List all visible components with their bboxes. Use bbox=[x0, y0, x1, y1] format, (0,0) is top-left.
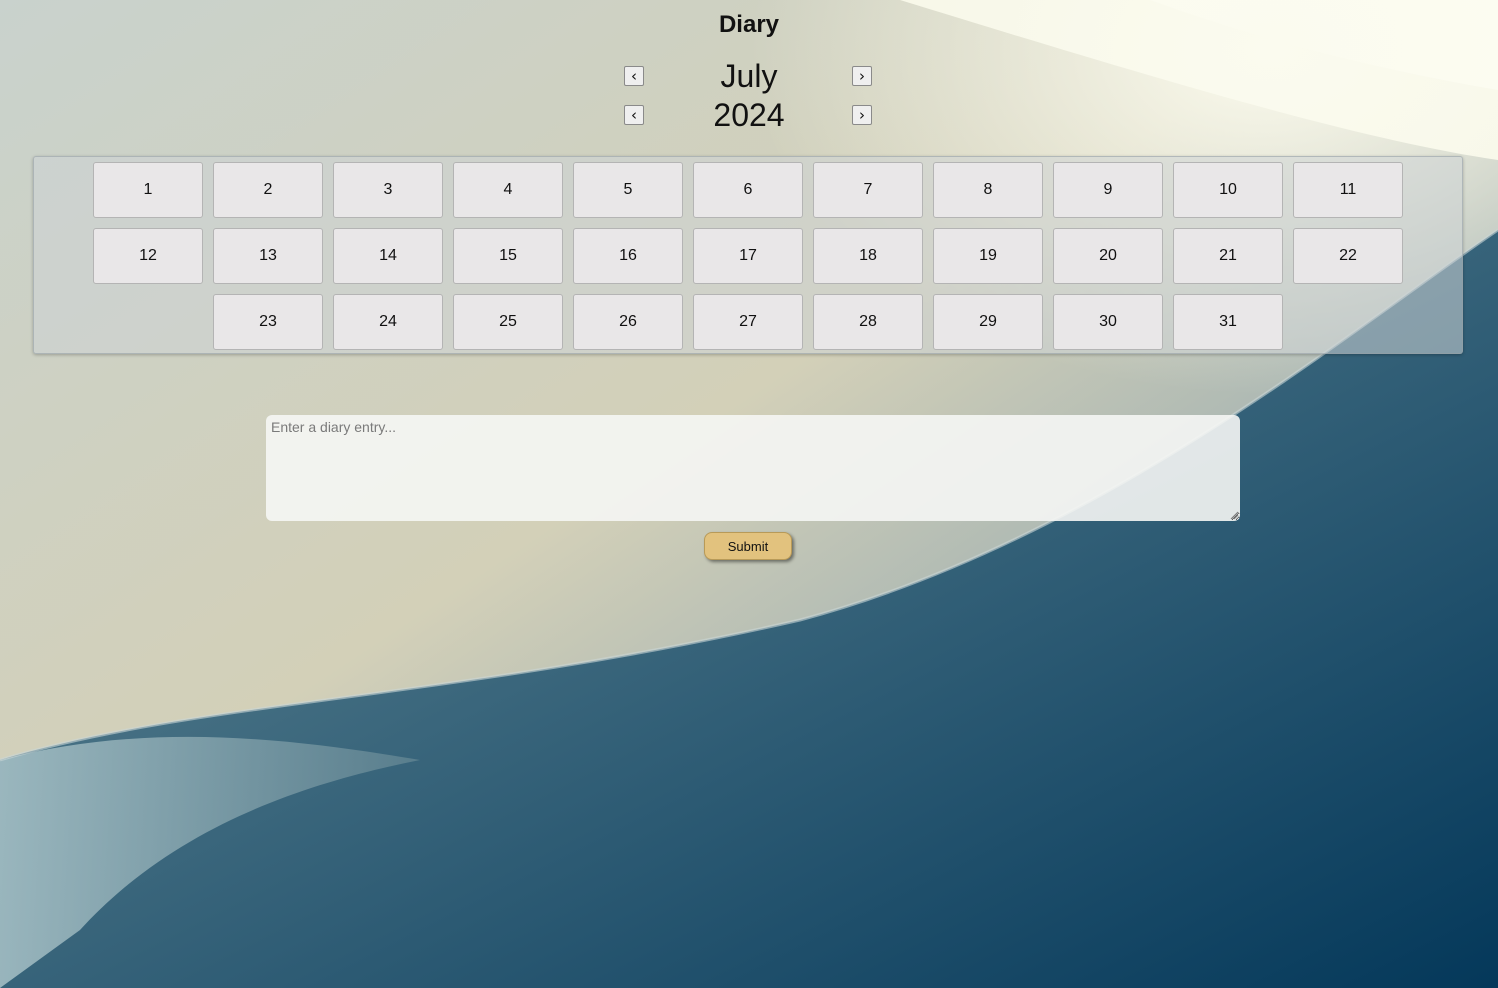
year-label: 2024 bbox=[713, 97, 785, 133]
day-button-28[interactable]: 28 bbox=[813, 294, 923, 350]
calendar-grid: 1 2 3 4 5 6 7 8 9 10 11 12 13 14 15 16 17 18 19 20 21 22 23 24 2… bbox=[33, 156, 1463, 354]
day-button-9[interactable]: 9 bbox=[1053, 162, 1163, 218]
month-navigator: ‹ July › bbox=[0, 56, 1498, 96]
next-year-button[interactable]: › bbox=[852, 105, 872, 125]
day-button-1[interactable]: 1 bbox=[93, 162, 203, 218]
year-navigator: ‹ 2024 › bbox=[0, 95, 1498, 135]
day-button-14[interactable]: 14 bbox=[333, 228, 443, 284]
day-button-29[interactable]: 29 bbox=[933, 294, 1043, 350]
day-button-7[interactable]: 7 bbox=[813, 162, 923, 218]
day-button-20[interactable]: 20 bbox=[1053, 228, 1163, 284]
day-button-13[interactable]: 13 bbox=[213, 228, 323, 284]
day-button-2[interactable]: 2 bbox=[213, 162, 323, 218]
day-button-27[interactable]: 27 bbox=[693, 294, 803, 350]
day-button-23[interactable]: 23 bbox=[213, 294, 323, 350]
day-button-26[interactable]: 26 bbox=[573, 294, 683, 350]
day-button-21[interactable]: 21 bbox=[1173, 228, 1283, 284]
day-button-8[interactable]: 8 bbox=[933, 162, 1043, 218]
day-button-11[interactable]: 11 bbox=[1293, 162, 1403, 218]
page-title: Diary bbox=[718, 11, 780, 38]
diary-entry-input[interactable] bbox=[266, 415, 1240, 521]
day-button-30[interactable]: 30 bbox=[1053, 294, 1163, 350]
day-button-3[interactable]: 3 bbox=[333, 162, 443, 218]
day-button-18[interactable]: 18 bbox=[813, 228, 923, 284]
day-button-16[interactable]: 16 bbox=[573, 228, 683, 284]
day-button-19[interactable]: 19 bbox=[933, 228, 1043, 284]
day-button-10[interactable]: 10 bbox=[1173, 162, 1283, 218]
day-button-17[interactable]: 17 bbox=[693, 228, 803, 284]
day-button-22[interactable]: 22 bbox=[1293, 228, 1403, 284]
day-button-25[interactable]: 25 bbox=[453, 294, 563, 350]
next-month-button[interactable]: › bbox=[852, 66, 872, 86]
day-button-12[interactable]: 12 bbox=[93, 228, 203, 284]
day-button-31[interactable]: 31 bbox=[1173, 294, 1283, 350]
day-button-15[interactable]: 15 bbox=[453, 228, 563, 284]
day-button-24[interactable]: 24 bbox=[333, 294, 443, 350]
day-button-5[interactable]: 5 bbox=[573, 162, 683, 218]
day-button-6[interactable]: 6 bbox=[693, 162, 803, 218]
submit-button[interactable]: Submit bbox=[704, 532, 792, 560]
month-label: July bbox=[720, 58, 778, 94]
day-button-4[interactable]: 4 bbox=[453, 162, 563, 218]
